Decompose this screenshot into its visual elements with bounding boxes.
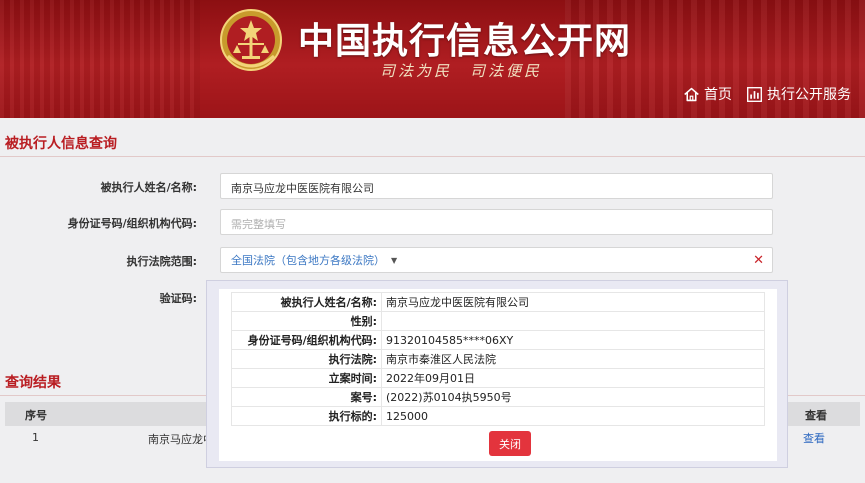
nav-execution-service-label: 执行公开服务 xyxy=(767,87,851,103)
name-input[interactable]: 南京马应龙中医医院有限公司 xyxy=(220,173,773,199)
name-row: 被执行人姓名/名称: 南京马应龙中医医院有限公司 xyxy=(0,173,865,199)
detail-row: 性别: xyxy=(231,311,765,331)
detail-row: 案号: (2022)苏0104执5950号 xyxy=(231,387,765,407)
detail-table: 被执行人姓名/名称: 南京马应龙中医医院有限公司 性别: 身份证号码/组织机构代… xyxy=(231,292,765,426)
nav-execution-service[interactable]: 执行公开服务 xyxy=(746,84,851,104)
nav-home[interactable]: 首页 xyxy=(683,84,732,104)
detail-dialog: 被执行人姓名/名称: 南京马应龙中医医院有限公司 性别: 身份证号码/组织机构代… xyxy=(206,280,788,468)
detail-value: 南京马应龙中医医院有限公司 xyxy=(381,292,765,312)
detail-value: 2022年09月01日 xyxy=(381,368,765,388)
detail-row: 执行法院: 南京市秦淮区人民法院 xyxy=(231,349,765,369)
divider xyxy=(0,156,865,157)
site-title: 中国执行信息公开网 xyxy=(298,20,632,62)
site-slogan: 司法为民 司法便民 xyxy=(380,62,543,80)
close-button[interactable]: 关闭 xyxy=(489,431,531,456)
id-row: 身份证号码/组织机构代码: 需完整填写 xyxy=(0,209,865,235)
detail-value: (2022)苏0104执5950号 xyxy=(381,387,765,407)
detail-row: 身份证号码/组织机构代码: 91320104585****06XY xyxy=(231,330,765,350)
id-input[interactable]: 需完整填写 xyxy=(220,209,773,235)
row-index: 1 xyxy=(32,431,39,444)
detail-key: 身份证号码/组织机构代码: xyxy=(231,330,382,350)
row-name: 南京马应龙中 xyxy=(148,433,214,446)
detail-row: 被执行人姓名/名称: 南京马应龙中医医院有限公司 xyxy=(231,292,765,312)
name-label: 被执行人姓名/名称: xyxy=(100,181,197,194)
detail-dialog-body: 被执行人姓名/名称: 南京马应龙中医医院有限公司 性别: 身份证号码/组织机构代… xyxy=(219,289,777,461)
court-select-value: 全国法院（包含地方各级法院） xyxy=(231,254,385,267)
detail-value: 南京市秦淮区人民法院 xyxy=(381,349,765,369)
caret-down-icon: ▼ xyxy=(391,255,398,265)
top-nav: 首页 执行公开服务 xyxy=(683,84,851,104)
detail-key: 性别: xyxy=(231,311,382,331)
header-index: 序号 xyxy=(25,409,47,422)
detail-row: 立案时间: 2022年09月01日 xyxy=(231,368,765,388)
court-row: 执行法院范围: 全国法院（包含地方各级法院） ▼ ✕ xyxy=(0,247,865,273)
detail-key: 立案时间: xyxy=(231,368,382,388)
site-header: 中国执行信息公开网 司法为民 司法便民 首页 执行公开服务 xyxy=(0,0,865,118)
home-icon xyxy=(684,87,699,101)
nav-home-label: 首页 xyxy=(704,87,732,103)
court-select[interactable]: 全国法院（包含地方各级法院） ▼ ✕ xyxy=(220,247,773,273)
court-emblem-icon xyxy=(220,9,282,71)
id-label: 身份证号码/组织机构代码: xyxy=(67,217,197,230)
detail-value: 125000 xyxy=(381,406,765,426)
detail-key: 案号: xyxy=(231,387,382,407)
header-background-left xyxy=(0,0,200,118)
clear-icon[interactable]: ✕ xyxy=(753,253,764,268)
court-label: 执行法院范围: xyxy=(126,255,197,268)
results-section-title: 查询结果 xyxy=(5,375,61,391)
detail-value xyxy=(381,311,765,331)
header-view: 查看 xyxy=(805,409,827,422)
captcha-label: 验证码: xyxy=(159,292,197,305)
detail-key: 执行标的: xyxy=(231,406,382,426)
chart-icon xyxy=(747,86,762,102)
view-link[interactable]: 查看 xyxy=(803,430,825,446)
query-section-title: 被执行人信息查询 xyxy=(5,136,117,152)
detail-key: 执行法院: xyxy=(231,349,382,369)
detail-row: 执行标的: 125000 xyxy=(231,406,765,426)
detail-key: 被执行人姓名/名称: xyxy=(231,292,382,312)
detail-value: 91320104585****06XY xyxy=(381,330,765,350)
